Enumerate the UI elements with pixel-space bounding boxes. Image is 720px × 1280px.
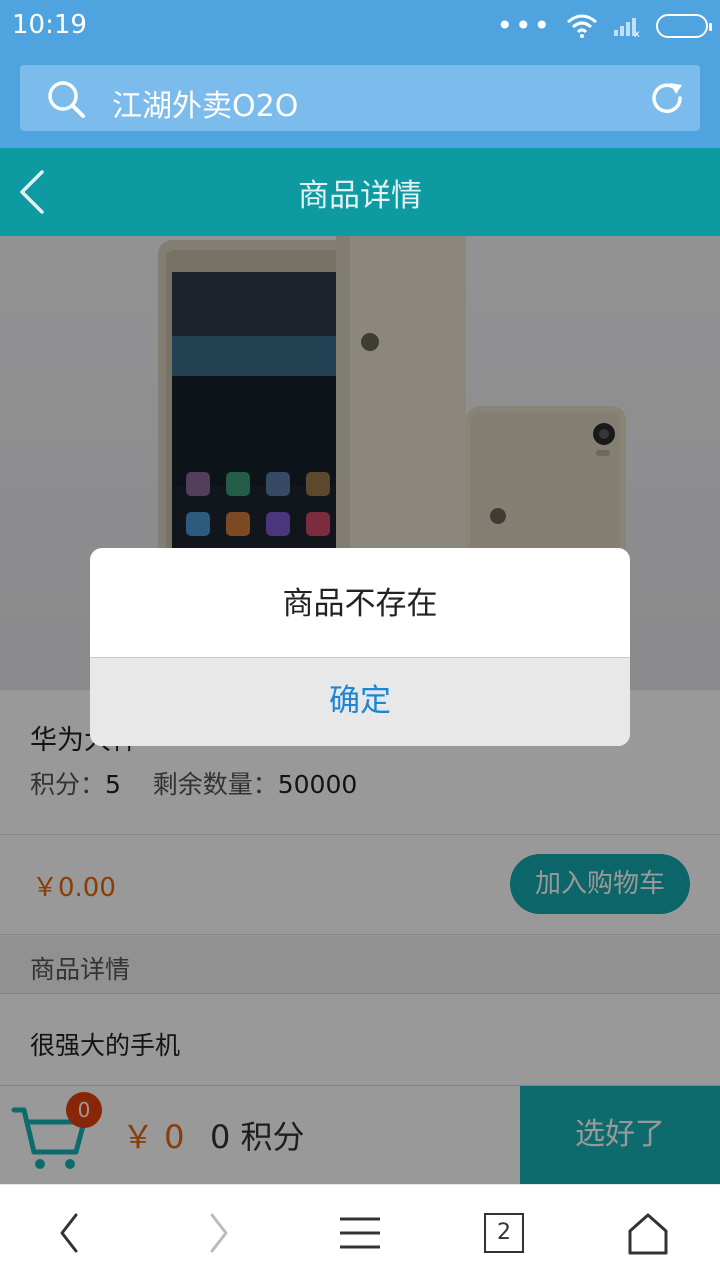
page-header: 商品详情 [0,148,720,236]
wifi-icon [567,14,597,38]
page-title: 商品详情 [298,178,422,214]
battery-icon [656,14,712,38]
search-icon [48,81,85,118]
refresh-icon[interactable] [648,79,686,117]
browser-bottom-nav: 2 [0,1184,720,1280]
browser-back-icon[interactable] [46,1209,94,1257]
status-time: 10:19 [12,10,87,40]
alert-dialog: 商品不存在 确定 [90,548,630,746]
signal-icon: x [614,18,640,38]
more-dots-icon: ••• [496,9,552,42]
status-icons: ••• x [496,9,712,42]
status-bar: 10:19 ••• x [0,0,720,52]
browser-home-icon[interactable] [624,1209,672,1257]
url-search-box[interactable]: 江湖外卖O2O [20,65,700,131]
browser-tabs-button[interactable]: 2 [484,1213,524,1253]
browser-forward-icon[interactable] [194,1209,242,1257]
svg-text:x: x [634,29,640,38]
dialog-message: 商品不存在 [282,586,438,622]
url-text: 江湖外卖O2O [112,89,299,124]
browser-menu-icon[interactable] [336,1209,384,1257]
browser-address-bar: 江湖外卖O2O [0,52,720,148]
dialog-confirm-button[interactable]: 确定 [90,658,630,746]
